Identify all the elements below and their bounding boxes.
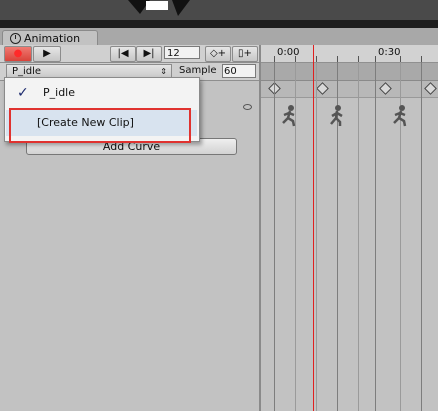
sprite-frame-icon — [393, 105, 407, 127]
event-row[interactable] — [261, 63, 438, 81]
keyframe-diamond[interactable] — [379, 82, 392, 95]
sample-label: Sample — [179, 65, 217, 76]
sample-input[interactable]: 60 — [222, 64, 256, 78]
menu-item-label: P_idle — [43, 86, 75, 99]
playhead[interactable] — [313, 45, 314, 411]
next-keyframe-button[interactable]: ▶| — [136, 46, 162, 62]
tick-label-0: 0:00 — [277, 47, 300, 58]
prev-keyframe-icon: |◀ — [117, 48, 129, 59]
tab-label: Animation — [24, 32, 81, 45]
grid-line — [316, 62, 317, 411]
add-keyframe-icon: ◇+ — [209, 48, 227, 59]
record-dot-icon: ● — [13, 48, 23, 59]
add-event-icon: ▯+ — [238, 48, 252, 59]
camera-gizmo-icon — [128, 0, 190, 16]
grid-line — [358, 62, 359, 411]
key-indicator-icon[interactable] — [243, 104, 252, 110]
clip-selector[interactable]: P_idle ⇕ — [6, 64, 172, 78]
animation-toolbar: ● ▶ |◀ ▶| 12 ◇+ ▯+ — [0, 45, 260, 63]
tab-bar: Animation — [0, 28, 438, 47]
grid-line — [421, 62, 422, 411]
play-button[interactable]: ▶ — [33, 46, 61, 62]
menu-item-p-idle[interactable]: ✓ P_idle — [6, 80, 197, 106]
clip-selector-value: P_idle — [12, 66, 42, 77]
play-icon: ▶ — [43, 48, 51, 59]
timeline-area[interactable]: 0:00 0:30 — [261, 45, 438, 411]
time-ruler[interactable]: 0:00 0:30 — [261, 45, 438, 63]
next-keyframe-icon: ▶| — [143, 48, 155, 59]
scene-view-strip — [0, 0, 438, 28]
add-keyframe-button[interactable]: ◇+ — [205, 46, 231, 62]
grid-line — [274, 62, 275, 411]
tick-label-1: 0:30 — [378, 47, 401, 58]
prev-keyframe-button[interactable]: |◀ — [110, 46, 136, 62]
add-event-button[interactable]: ▯+ — [232, 46, 258, 62]
checkmark-icon: ✓ — [17, 85, 29, 101]
grid-line — [375, 62, 376, 411]
keyframe-diamond[interactable] — [424, 82, 437, 95]
sprite-frame-icon — [330, 105, 343, 126]
annotation-highlight-box — [9, 108, 191, 143]
frame-input[interactable]: 12 — [164, 46, 200, 59]
record-button[interactable]: ● — [4, 46, 32, 62]
keyframe-row[interactable] — [261, 81, 438, 98]
keyframe-diamond[interactable] — [316, 82, 329, 95]
sprite-frame-icon — [282, 105, 296, 127]
clock-icon — [10, 33, 21, 44]
